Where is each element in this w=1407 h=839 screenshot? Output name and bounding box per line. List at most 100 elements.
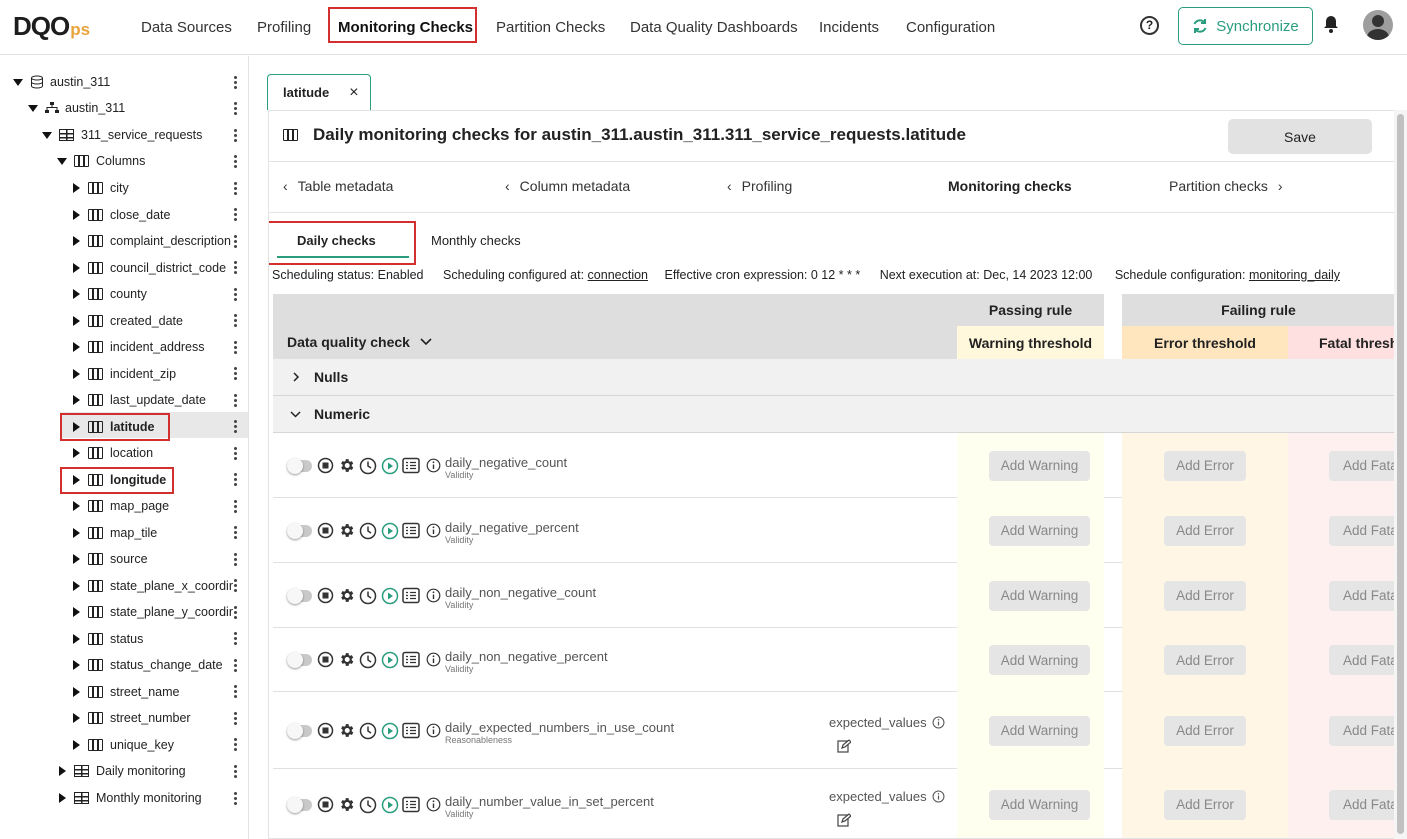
info-icon[interactable] [932, 790, 945, 803]
add-error-button[interactable]: Add Error [1164, 450, 1246, 481]
add-error-button[interactable]: Add Error [1164, 715, 1246, 746]
expand-icon[interactable] [13, 78, 23, 86]
check-enable-toggle[interactable] [287, 722, 312, 739]
tree-column-council-district-code[interactable]: council_district_code [73, 255, 226, 281]
clock-icon[interactable] [359, 522, 377, 540]
collapse-icon[interactable] [73, 236, 80, 246]
kebab-menu-icon[interactable] [229, 414, 241, 440]
tree-column-map-page[interactable]: map_page [73, 493, 169, 519]
tree-column-county[interactable]: county [73, 281, 147, 307]
kebab-menu-icon[interactable] [229, 520, 241, 546]
check-enable-toggle[interactable] [287, 457, 312, 474]
tree-column-status[interactable]: status [73, 626, 143, 652]
collapse-icon[interactable] [73, 660, 80, 670]
collapse-icon[interactable] [59, 793, 66, 803]
nav-partition-checks[interactable]: Partition Checks [496, 19, 605, 36]
schedule-config-link[interactable]: monitoring_daily [1249, 268, 1340, 282]
group-numeric[interactable]: Numeric [273, 396, 1394, 433]
add-warning-button[interactable]: Add Warning [989, 580, 1090, 611]
nav-data-sources[interactable]: Data Sources [141, 19, 232, 36]
collapse-icon[interactable] [73, 580, 80, 591]
tree-column-created-date[interactable]: created_date [73, 308, 183, 334]
play-icon[interactable] [381, 457, 399, 475]
info-icon[interactable] [426, 797, 441, 812]
breadcrumb-table-metadata[interactable]: ‹ Table metadata [283, 178, 393, 194]
kebab-menu-icon[interactable] [229, 652, 241, 678]
kebab-menu-icon[interactable] [229, 732, 241, 758]
scrollbar[interactable] [1394, 110, 1407, 839]
avatar[interactable] [1363, 10, 1393, 40]
collapse-icon[interactable] [73, 554, 80, 564]
kebab-menu-icon[interactable] [229, 281, 241, 307]
tree-column-street-name[interactable]: street_name [73, 679, 179, 705]
kebab-menu-icon[interactable] [229, 467, 241, 493]
kebab-menu-icon[interactable] [229, 95, 241, 121]
info-icon[interactable] [426, 458, 441, 473]
collapse-icon[interactable] [59, 766, 66, 776]
expand-icon[interactable] [28, 104, 38, 112]
add-fatal-button[interactable]: Add Fata [1329, 789, 1394, 820]
help-icon[interactable]: ? [1140, 16, 1159, 35]
info-icon[interactable] [426, 523, 441, 538]
kebab-menu-icon[interactable] [229, 202, 241, 228]
kebab-menu-icon[interactable] [229, 387, 241, 413]
results-list-icon[interactable] [402, 587, 420, 604]
tree-column-city[interactable]: city [73, 175, 129, 201]
breadcrumb-profiling[interactable]: ‹ Profiling [727, 178, 792, 194]
tree-column-map-tile[interactable]: map_tile [73, 520, 157, 546]
dqops-logo[interactable]: DQO ps [13, 11, 90, 42]
kebab-menu-icon[interactable] [229, 122, 241, 148]
tree-column-unique-key[interactable]: unique_key [73, 732, 174, 758]
close-icon[interactable]: × [349, 84, 358, 102]
play-icon[interactable] [381, 796, 399, 814]
breadcrumb-column-metadata[interactable]: ‹ Column metadata [505, 178, 630, 194]
tree-column-last-update-date[interactable]: last_update_date [73, 387, 206, 413]
kebab-menu-icon[interactable] [229, 308, 241, 334]
add-warning-button[interactable]: Add Warning [989, 645, 1090, 675]
check-enable-toggle[interactable] [287, 652, 312, 668]
gear-icon[interactable] [338, 796, 355, 813]
add-error-button[interactable]: Add Error [1164, 645, 1246, 675]
kebab-menu-icon[interactable] [229, 361, 241, 387]
nav-configuration[interactable]: Configuration [906, 19, 995, 36]
clock-icon[interactable] [359, 587, 377, 605]
add-fatal-button[interactable]: Add Fata [1329, 515, 1394, 546]
info-icon[interactable] [426, 723, 441, 738]
play-icon[interactable] [381, 522, 399, 540]
collapse-icon[interactable] [73, 262, 80, 273]
info-icon[interactable] [426, 652, 441, 667]
collapse-icon[interactable] [73, 739, 80, 750]
add-warning-button[interactable]: Add Warning [989, 789, 1090, 820]
edit-icon[interactable] [837, 738, 851, 753]
nav-profiling[interactable]: Profiling [257, 19, 311, 36]
tree-column-status-change-date[interactable]: status_change_date [73, 652, 223, 678]
kebab-menu-icon[interactable] [229, 785, 241, 811]
check-enable-toggle[interactable] [287, 796, 312, 813]
collapse-icon[interactable] [73, 368, 80, 379]
collapse-icon[interactable] [73, 183, 80, 193]
gear-icon[interactable] [338, 457, 355, 474]
tree-node-daily-monitoring[interactable]: Daily monitoring [59, 758, 186, 784]
kebab-menu-icon[interactable] [229, 493, 241, 519]
tree-node-columns[interactable]: Columns [57, 148, 145, 174]
clock-icon[interactable] [359, 457, 377, 475]
add-error-button[interactable]: Add Error [1164, 515, 1246, 546]
collapse-icon[interactable] [73, 395, 80, 405]
stop-icon[interactable] [317, 587, 334, 604]
kebab-menu-icon[interactable] [229, 599, 241, 625]
kebab-menu-icon[interactable] [229, 758, 241, 784]
tree-node-table[interactable]: 311_service_requests [42, 122, 202, 148]
kebab-menu-icon[interactable] [229, 148, 241, 174]
kebab-menu-icon[interactable] [229, 334, 241, 360]
info-icon[interactable] [932, 716, 945, 729]
stop-icon[interactable] [317, 796, 334, 813]
collapse-icon[interactable] [73, 209, 80, 220]
bell-icon[interactable] [1323, 15, 1339, 33]
tab-monthly-checks[interactable]: Monthly checks [431, 233, 521, 248]
kebab-menu-icon[interactable] [229, 705, 241, 731]
tree-column-state-plane-x-coordir[interactable]: state_plane_x_coordir [73, 573, 233, 599]
add-error-button[interactable]: Add Error [1164, 789, 1246, 820]
add-fatal-button[interactable]: Add Fata [1329, 645, 1394, 675]
gear-icon[interactable] [338, 722, 355, 739]
collapse-icon[interactable] [73, 607, 80, 617]
